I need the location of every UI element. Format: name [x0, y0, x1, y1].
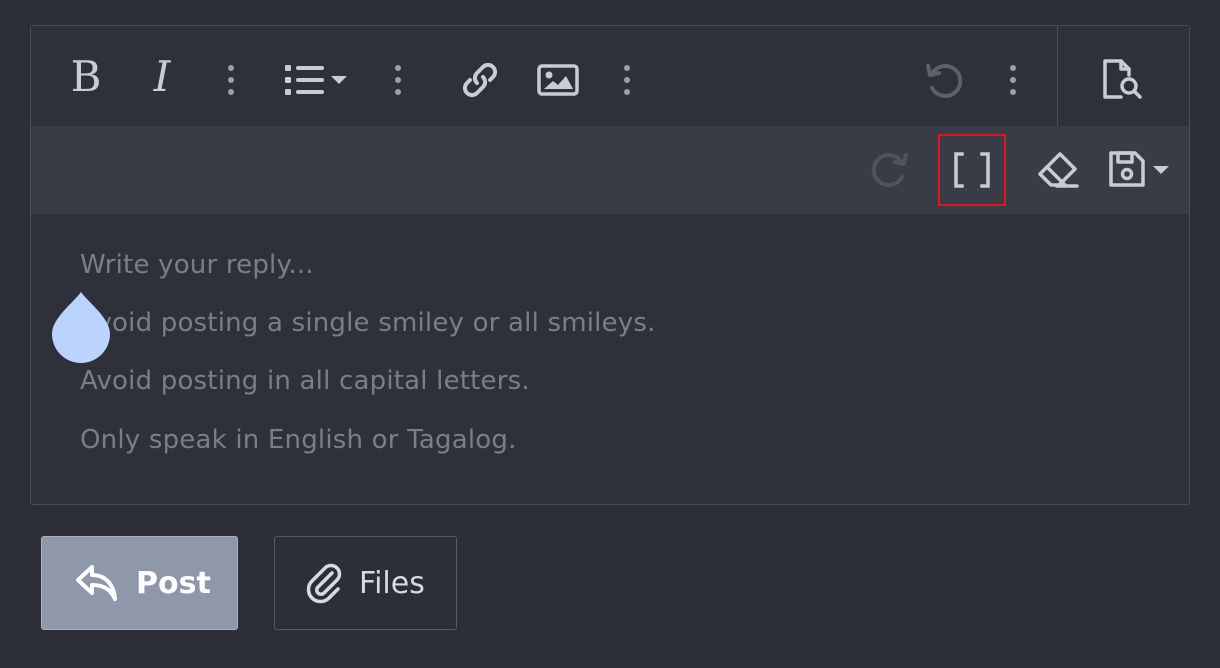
preview-toggle-container — [1057, 26, 1189, 126]
more-insert-options-button[interactable] — [615, 60, 639, 100]
bold-icon: B — [70, 52, 102, 101]
undo-button[interactable] — [921, 58, 967, 102]
cursor-drop-icon — [52, 292, 110, 363]
reply-icon — [76, 565, 117, 601]
bbcode-toggle-icon — [954, 152, 990, 188]
drafts-dropdown-button[interactable] — [1105, 146, 1177, 192]
more-options-icon — [1010, 65, 1016, 95]
list-dropdown-button[interactable] — [281, 60, 353, 100]
list-dropdown-icon — [285, 65, 347, 95]
post-button-label: Post — [136, 565, 211, 601]
placeholder-line: Avoid posting a single smiley or all smi… — [80, 308, 656, 338]
placeholder-line: Only speak in English or Tagalog. — [80, 425, 517, 455]
more-insert-options-icon — [624, 65, 630, 95]
more-text-options-button[interactable] — [219, 60, 243, 100]
paperclip-icon — [306, 563, 342, 604]
remove-formatting-button[interactable] — [1033, 146, 1083, 192]
reply-editor: B I Write your reply... Avoid posting a … — [30, 25, 1190, 505]
undo-icon — [926, 64, 963, 98]
editor-content-area[interactable]: Write your reply... Avoid posting a sing… — [31, 214, 1189, 504]
bold-button[interactable]: B — [63, 54, 109, 100]
more-text-options-icon — [228, 65, 234, 95]
placeholder-line: Write your reply... — [80, 250, 314, 280]
placeholder-line: Avoid posting in all capital letters. — [80, 366, 530, 396]
bbcode-toggle-button[interactable] — [938, 134, 1006, 206]
more-paragraph-options-button[interactable] — [386, 60, 410, 100]
toolbar-main: B I — [31, 26, 1189, 126]
link-button[interactable] — [457, 58, 503, 102]
files-button[interactable]: Files — [274, 536, 457, 630]
italic-icon: I — [153, 52, 171, 101]
post-button[interactable]: Post — [41, 536, 238, 630]
image-button[interactable] — [535, 60, 581, 100]
remove-formatting-icon — [1038, 152, 1079, 188]
files-button-label: Files — [359, 565, 425, 601]
redo-button[interactable] — [867, 146, 913, 192]
image-icon — [537, 64, 579, 96]
redo-icon — [871, 153, 908, 187]
drafts-icon — [1109, 151, 1169, 187]
preview-button[interactable] — [1098, 56, 1148, 102]
toolbar-secondary — [31, 126, 1189, 214]
preview-icon — [1103, 59, 1142, 99]
more-paragraph-options-icon — [395, 65, 401, 95]
italic-button[interactable]: I — [139, 54, 185, 100]
link-icon — [462, 62, 498, 98]
more-options-button[interactable] — [1001, 60, 1025, 100]
